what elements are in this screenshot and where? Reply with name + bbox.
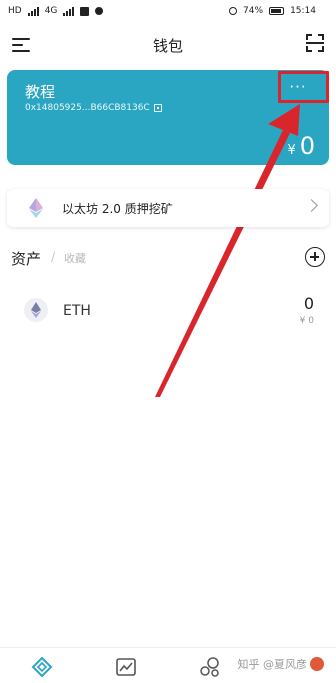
currency-symbol: ¥ (287, 143, 296, 158)
bottom-navigation: 知乎 @夏风彦 (0, 647, 336, 683)
token-amount: 0 (303, 294, 314, 313)
status-bar: HD 4G 74% 15:14 (0, 0, 336, 24)
wallet-balance: ¥ 0 (287, 132, 315, 160)
eth2-banner-label: 以太坊 2.0 质押挖矿 (62, 202, 173, 216)
app-header: 钱包 (0, 24, 336, 64)
add-token-button[interactable] (305, 247, 325, 267)
watermark-text: 知乎 @夏风彦 (237, 658, 308, 671)
network-indicator: 4G (44, 6, 58, 16)
token-symbol: ETH (63, 303, 91, 319)
chevron-right-icon (305, 199, 318, 212)
scan-icon[interactable] (306, 34, 324, 52)
signal-icon-2 (63, 6, 75, 16)
assets-header: 资产 / 收藏 (11, 247, 329, 271)
qr-code-icon[interactable] (153, 104, 162, 112)
wallet-address-row[interactable]: 0x14805925...B66CB8136C (25, 103, 162, 113)
ethereum-icon (24, 298, 48, 322)
tab-separator: / (51, 250, 56, 264)
clock: 15:14 (290, 6, 316, 16)
discover-bubbles-icon[interactable] (199, 656, 221, 678)
wallet-diamond-icon[interactable] (31, 656, 53, 678)
wallet-address: 0x14805925...B66CB8136C (25, 103, 150, 113)
eth2-staking-banner[interactable]: 以太坊 2.0 质押挖矿 (7, 189, 329, 227)
battery-percent: 74% (243, 6, 264, 16)
notification-badge (310, 657, 324, 671)
eth2-logo-icon (29, 198, 43, 218)
token-fiat-value: ¥ 0 (299, 316, 314, 326)
wallet-name: 教程 (25, 83, 56, 101)
token-row-eth[interactable]: ETH 0 ¥ 0 (0, 288, 336, 334)
page-title: 钱包 (152, 37, 183, 55)
status-left-indicators: HD 4G (8, 6, 104, 16)
battery-icon (269, 7, 285, 15)
signal-icon (27, 6, 39, 16)
hd-indicator: HD (8, 6, 22, 16)
status-right-indicators: 74% 15:14 (229, 6, 316, 16)
watermark: 知乎 @夏风彦 (237, 656, 324, 672)
alarm-icon (229, 7, 238, 15)
market-chart-icon[interactable] (115, 656, 137, 678)
message-icon (95, 7, 104, 15)
annotation-highlight-box (278, 71, 329, 103)
balance-value: 0 (299, 132, 315, 160)
tab-collectibles[interactable]: 收藏 (64, 250, 86, 266)
tab-assets[interactable]: 资产 (11, 248, 41, 269)
app-notification-icon (80, 6, 90, 16)
